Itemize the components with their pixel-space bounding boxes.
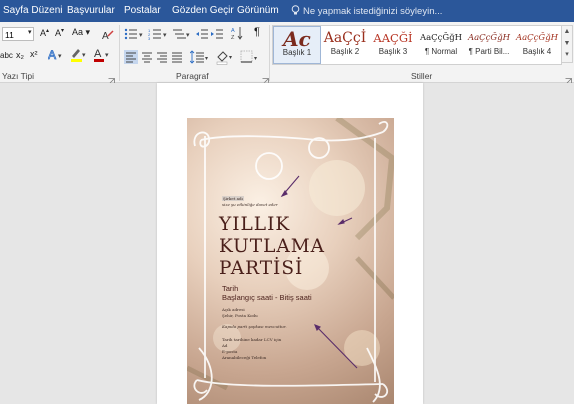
gallery-more-icon[interactable]: ▾ [562, 50, 572, 60]
tell-me-text: Ne yapmak istediğinizi söyleyin... [303, 6, 443, 17]
grow-font-button[interactable]: A▴ [40, 27, 49, 38]
font-size-dropdown-icon[interactable]: ▾ [28, 28, 32, 36]
style-preview: AaÇçİ [321, 29, 369, 47]
sort-icon[interactable]: AZ [231, 26, 243, 45]
svg-text:A: A [231, 28, 235, 34]
party-flyer[interactable]: Şirket adı size şu etkinliğe davet eder … [187, 118, 394, 404]
style-preview: AaÇçĞğH [417, 29, 465, 47]
justify-icon[interactable] [170, 50, 184, 69]
flyer-title-line-1: YILLIK [219, 214, 291, 235]
flyer-title-line-2: KUTLAMA [219, 236, 326, 257]
line-spacing-icon[interactable]: ▾ [189, 50, 210, 69]
group-separator [119, 25, 120, 81]
style-preview-text: AAÇĞİ [373, 31, 413, 45]
style-name: Başlık 4 [522, 47, 552, 56]
flyer-rsvp-line-4: Aranabileceği Telefon [222, 355, 267, 360]
flyer-date: Tarih [222, 284, 239, 293]
group-label-styles: Stiller [411, 71, 433, 81]
svg-text:▾: ▾ [186, 32, 190, 39]
flyer-rsvp-line-2: Ad [222, 343, 228, 348]
style-preview-text: AaÇçĞğH [419, 33, 463, 43]
flyer-rsvp-line-1: Tarih tarihine kadar LCV için [222, 337, 282, 342]
shrink-font-button[interactable]: A▾ [55, 27, 64, 38]
clear-formatting-icon[interactable]: A [102, 28, 114, 46]
svg-text:▾: ▾ [58, 53, 62, 60]
align-center-icon[interactable] [140, 50, 154, 69]
flyer-address-line-2: Şehir, Posta Kodu [222, 313, 258, 318]
borders-icon[interactable]: ▾ [240, 50, 260, 69]
pilcrow-icon[interactable]: ¶ [254, 26, 260, 38]
group-label-paragraph: Paragraf [176, 71, 209, 81]
superscript-button[interactable]: x² [30, 49, 38, 59]
group-label-font: Yazı Tipi [2, 71, 34, 81]
align-left-icon[interactable] [124, 50, 138, 64]
bullets-icon[interactable]: ▾ [124, 27, 146, 45]
change-case-label: Aa [72, 27, 84, 37]
font-color-icon[interactable]: A ▾ [93, 47, 111, 68]
style-name: Başlık 3 [378, 47, 408, 56]
style-name: Başlık 2 [330, 47, 360, 56]
svg-text:A: A [102, 31, 109, 41]
style-heading-1[interactable]: Ac Başlık 1 [273, 26, 321, 64]
flyer-time: Başlangıç saati - Bitiş saati [222, 293, 312, 302]
strikethrough-button[interactable]: abc [0, 51, 13, 60]
style-preview-text: AaÇçİ [323, 30, 367, 46]
svg-text:Z: Z [231, 35, 235, 40]
svg-text:A: A [94, 48, 102, 60]
styles-gallery-scroll[interactable]: ▲ ▼ ▾ [561, 25, 573, 63]
style-preview: AAÇĞİ [369, 29, 417, 47]
change-case-button[interactable]: Aa ▾ [72, 27, 90, 38]
style-name: ¶ Normal [424, 47, 458, 56]
svg-text:▾: ▾ [163, 32, 167, 39]
style-name: Başlık 1 [282, 48, 312, 57]
style-heading-4[interactable]: AaÇçĞğH Başlık 4 [513, 26, 561, 64]
svg-text:3: 3 [148, 36, 151, 40]
scroll-up-icon[interactable]: ▲ [562, 26, 572, 38]
style-parti-bilgisi[interactable]: AaÇçĞğH ¶ Parti Bil... [465, 26, 513, 64]
multilevel-list-icon[interactable]: ▾ [172, 27, 192, 45]
style-heading-3[interactable]: AAÇĞİ Başlık 3 [369, 26, 417, 64]
tab-postalar[interactable]: Postalar [124, 5, 161, 16]
flyer-rsvp-line-3: E-posta [222, 349, 238, 354]
group-separator [269, 25, 270, 81]
shading-icon[interactable]: ▾ [215, 49, 235, 70]
tab-gorunum[interactable]: Görünüm [237, 5, 279, 16]
flyer-address-line-1: Açık adresi [222, 307, 245, 312]
flyer-tagline: size şu etkinliğe davet eder [222, 202, 278, 207]
svg-text:▾: ▾ [254, 56, 257, 62]
style-preview: AaÇçĞğH [513, 29, 561, 47]
style-normal[interactable]: AaÇçĞğH ¶ Normal [417, 26, 465, 64]
flyer-company-name: Şirket adı [222, 196, 244, 201]
style-preview-text: Ac [283, 30, 311, 48]
ribbon-tab-bar: Sayfa Düzeni Başvurular Postalar Gözden … [0, 0, 574, 22]
scroll-down-icon[interactable]: ▼ [562, 38, 572, 50]
subscript-button[interactable]: x₂ [16, 50, 24, 60]
style-preview-text: AaÇçĞğH [515, 33, 559, 43]
style-name: ¶ Parti Bil... [468, 47, 510, 56]
highlight-color-icon[interactable]: ▾ [70, 47, 88, 68]
align-right-icon[interactable] [155, 50, 169, 69]
flyer-note: Kapıda parti şapkası mevcuttur. [222, 324, 287, 329]
tab-sayfa-duzeni[interactable]: Sayfa Düzeni [3, 5, 62, 16]
svg-text:▾: ▾ [229, 55, 232, 61]
svg-text:▾: ▾ [105, 52, 109, 59]
svg-text:A: A [48, 48, 56, 62]
style-preview: Ac [274, 30, 320, 48]
style-preview-text: AaÇçĞğH [467, 33, 511, 43]
svg-text:▾: ▾ [82, 52, 86, 59]
tell-me-box[interactable]: Ne yapmak istediğinizi söyleyin... [291, 5, 442, 17]
flyer-title-line-3: PARTİSİ [219, 258, 304, 279]
svg-text:▾: ▾ [205, 56, 208, 62]
tab-basvurular[interactable]: Başvurular [67, 5, 115, 16]
style-heading-2[interactable]: AaÇçİ Başlık 2 [321, 26, 369, 64]
decrease-indent-icon[interactable] [196, 27, 208, 45]
numbering-icon[interactable]: 1 2 3 ▾ [148, 27, 170, 45]
text-effects-icon[interactable]: A ▾ [48, 48, 64, 67]
lightbulb-icon [291, 5, 300, 15]
style-preview: AaÇçĞğH [465, 29, 513, 47]
svg-text:▾: ▾ [139, 32, 143, 39]
tab-gozden-gecir[interactable]: Gözden Geçir [172, 5, 234, 16]
styles-gallery: Ac Başlık 1 AaÇçİ Başlık 2 AAÇĞİ Başlık … [272, 25, 562, 65]
increase-indent-icon[interactable] [211, 27, 223, 45]
